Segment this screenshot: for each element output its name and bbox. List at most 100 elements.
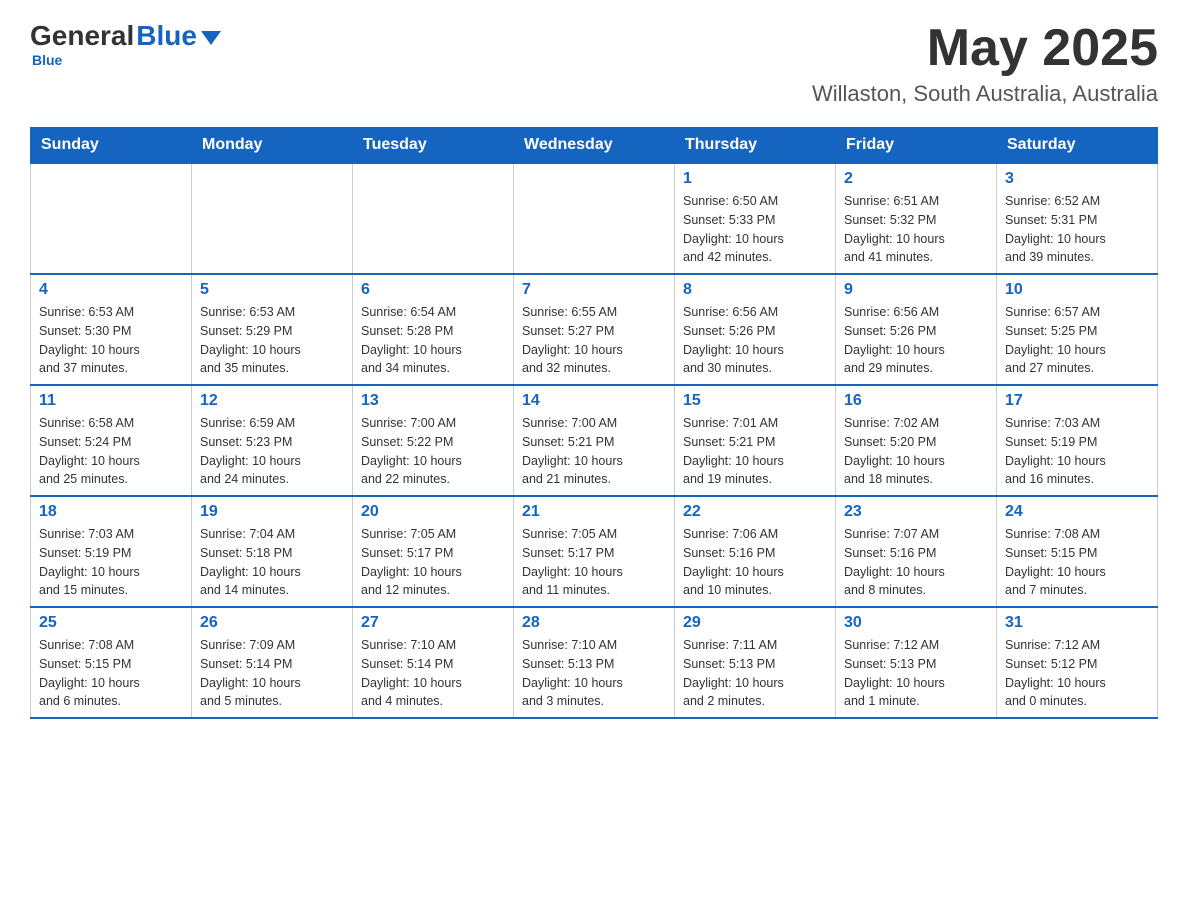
day-info: Sunrise: 6:53 AMSunset: 5:29 PMDaylight:… bbox=[200, 303, 344, 378]
day-number: 25 bbox=[39, 614, 183, 632]
calendar-cell bbox=[514, 163, 675, 274]
calendar-cell: 27 Sunrise: 7:10 AMSunset: 5:14 PMDayligh… bbox=[353, 607, 514, 718]
day-number: 23 bbox=[844, 503, 988, 521]
day-info: Sunrise: 7:02 AMSunset: 5:20 PMDaylight:… bbox=[844, 414, 988, 489]
calendar-cell: 31 Sunrise: 7:12 AMSunset: 5:12 PMDayligh… bbox=[997, 607, 1158, 718]
day-info: Sunrise: 7:05 AMSunset: 5:17 PMDaylight:… bbox=[361, 525, 505, 600]
calendar-week-5: 25 Sunrise: 7:08 AMSunset: 5:15 PMDayligh… bbox=[31, 607, 1158, 718]
day-info: Sunrise: 7:10 AMSunset: 5:13 PMDaylight:… bbox=[522, 636, 666, 711]
calendar-cell: 20 Sunrise: 7:05 AMSunset: 5:17 PMDayligh… bbox=[353, 496, 514, 607]
day-info: Sunrise: 7:03 AMSunset: 5:19 PMDaylight:… bbox=[39, 525, 183, 600]
day-number: 20 bbox=[361, 503, 505, 521]
calendar-weekday-thursday: Thursday bbox=[675, 128, 836, 164]
calendar-cell: 25 Sunrise: 7:08 AMSunset: 5:15 PMDayligh… bbox=[31, 607, 192, 718]
day-info: Sunrise: 7:10 AMSunset: 5:14 PMDaylight:… bbox=[361, 636, 505, 711]
day-number: 19 bbox=[200, 503, 344, 521]
day-info: Sunrise: 6:56 AMSunset: 5:26 PMDaylight:… bbox=[683, 303, 827, 378]
logo-subtitle: Blue bbox=[32, 52, 62, 68]
day-info: Sunrise: 6:54 AMSunset: 5:28 PMDaylight:… bbox=[361, 303, 505, 378]
calendar-weekday-monday: Monday bbox=[192, 128, 353, 164]
calendar-cell: 11Sunrise: 6:58 AMSunset: 5:24 PMDayligh… bbox=[31, 385, 192, 496]
calendar-cell: 13 Sunrise: 7:00 AMSunset: 5:22 PMDayligh… bbox=[353, 385, 514, 496]
calendar-cell: 15 Sunrise: 7:01 AMSunset: 5:21 PMDayligh… bbox=[675, 385, 836, 496]
day-number: 22 bbox=[683, 503, 827, 521]
calendar-cell bbox=[353, 163, 514, 274]
calendar-cell: 2Sunrise: 6:51 AMSunset: 5:32 PMDaylight… bbox=[836, 163, 997, 274]
calendar-cell: 17Sunrise: 7:03 AMSunset: 5:19 PMDayligh… bbox=[997, 385, 1158, 496]
day-info: Sunrise: 7:12 AMSunset: 5:12 PMDaylight:… bbox=[1005, 636, 1149, 711]
calendar-cell: 19 Sunrise: 7:04 AMSunset: 5:18 PMDayligh… bbox=[192, 496, 353, 607]
day-info: Sunrise: 7:00 AMSunset: 5:21 PMDaylight:… bbox=[522, 414, 666, 489]
day-info: Sunrise: 7:08 AMSunset: 5:15 PMDaylight:… bbox=[39, 636, 183, 711]
day-number: 2 bbox=[844, 170, 988, 188]
day-number: 8 bbox=[683, 281, 827, 299]
day-info: Sunrise: 7:04 AMSunset: 5:18 PMDaylight:… bbox=[200, 525, 344, 600]
day-info: Sunrise: 7:01 AMSunset: 5:21 PMDaylight:… bbox=[683, 414, 827, 489]
calendar-cell: 28 Sunrise: 7:10 AMSunset: 5:13 PMDayligh… bbox=[514, 607, 675, 718]
calendar-weekday-saturday: Saturday bbox=[997, 128, 1158, 164]
day-number: 29 bbox=[683, 614, 827, 632]
calendar-cell: 16 Sunrise: 7:02 AMSunset: 5:20 PMDayligh… bbox=[836, 385, 997, 496]
calendar-cell: 23 Sunrise: 7:07 AMSunset: 5:16 PMDayligh… bbox=[836, 496, 997, 607]
day-info: Sunrise: 6:57 AMSunset: 5:25 PMDaylight:… bbox=[1005, 303, 1149, 378]
calendar-cell: 9Sunrise: 6:56 AMSunset: 5:26 PMDaylight… bbox=[836, 274, 997, 385]
day-number: 4 bbox=[39, 281, 183, 299]
logo-triangle-icon bbox=[201, 31, 221, 45]
calendar-cell: 24Sunrise: 7:08 AMSunset: 5:15 PMDayligh… bbox=[997, 496, 1158, 607]
calendar-cell: 29 Sunrise: 7:11 AMSunset: 5:13 PMDayligh… bbox=[675, 607, 836, 718]
calendar-cell bbox=[31, 163, 192, 274]
day-number: 24 bbox=[1005, 503, 1149, 521]
calendar-week-3: 11Sunrise: 6:58 AMSunset: 5:24 PMDayligh… bbox=[31, 385, 1158, 496]
day-number: 16 bbox=[844, 392, 988, 410]
calendar-cell: 5 Sunrise: 6:53 AMSunset: 5:29 PMDaylight… bbox=[192, 274, 353, 385]
day-info: Sunrise: 6:58 AMSunset: 5:24 PMDaylight:… bbox=[39, 414, 183, 489]
day-info: Sunrise: 7:06 AMSunset: 5:16 PMDaylight:… bbox=[683, 525, 827, 600]
day-info: Sunrise: 6:52 AMSunset: 5:31 PMDaylight:… bbox=[1005, 192, 1149, 267]
day-number: 5 bbox=[200, 281, 344, 299]
day-number: 27 bbox=[361, 614, 505, 632]
calendar-cell: 22 Sunrise: 7:06 AMSunset: 5:16 PMDayligh… bbox=[675, 496, 836, 607]
calendar-cell bbox=[192, 163, 353, 274]
calendar-table: SundayMondayTuesdayWednesdayThursdayFrid… bbox=[30, 127, 1158, 719]
calendar-weekday-sunday: Sunday bbox=[31, 128, 192, 164]
location-title: Willaston, South Australia, Australia bbox=[812, 81, 1158, 107]
day-number: 6 bbox=[361, 281, 505, 299]
day-number: 18 bbox=[39, 503, 183, 521]
calendar-cell: 12Sunrise: 6:59 AMSunset: 5:23 PMDayligh… bbox=[192, 385, 353, 496]
day-info: Sunrise: 7:05 AMSunset: 5:17 PMDaylight:… bbox=[522, 525, 666, 600]
day-info: Sunrise: 6:59 AMSunset: 5:23 PMDaylight:… bbox=[200, 414, 344, 489]
title-block: May 2025 Willaston, South Australia, Aus… bbox=[812, 20, 1158, 107]
calendar-weekday-friday: Friday bbox=[836, 128, 997, 164]
calendar-cell: 30Sunrise: 7:12 AMSunset: 5:13 PMDayligh… bbox=[836, 607, 997, 718]
day-number: 31 bbox=[1005, 614, 1149, 632]
calendar-cell: 7Sunrise: 6:55 AMSunset: 5:27 PMDaylight… bbox=[514, 274, 675, 385]
day-info: Sunrise: 7:07 AMSunset: 5:16 PMDaylight:… bbox=[844, 525, 988, 600]
calendar-week-1: 1Sunrise: 6:50 AMSunset: 5:33 PMDaylight… bbox=[31, 163, 1158, 274]
day-info: Sunrise: 7:09 AMSunset: 5:14 PMDaylight:… bbox=[200, 636, 344, 711]
calendar-cell: 6 Sunrise: 6:54 AMSunset: 5:28 PMDaylight… bbox=[353, 274, 514, 385]
day-number: 21 bbox=[522, 503, 666, 521]
calendar-header-row: SundayMondayTuesdayWednesdayThursdayFrid… bbox=[31, 128, 1158, 164]
calendar-cell: 8 Sunrise: 6:56 AMSunset: 5:26 PMDaylight… bbox=[675, 274, 836, 385]
day-number: 7 bbox=[522, 281, 666, 299]
calendar-week-2: 4 Sunrise: 6:53 AMSunset: 5:30 PMDaylight… bbox=[31, 274, 1158, 385]
calendar-cell: 26Sunrise: 7:09 AMSunset: 5:14 PMDayligh… bbox=[192, 607, 353, 718]
logo: GeneralBlue Blue bbox=[30, 20, 221, 68]
day-number: 15 bbox=[683, 392, 827, 410]
day-number: 28 bbox=[522, 614, 666, 632]
day-number: 30 bbox=[844, 614, 988, 632]
day-number: 10 bbox=[1005, 281, 1149, 299]
day-number: 3 bbox=[1005, 170, 1149, 188]
day-info: Sunrise: 6:53 AMSunset: 5:30 PMDaylight:… bbox=[39, 303, 183, 378]
calendar-cell: 4 Sunrise: 6:53 AMSunset: 5:30 PMDaylight… bbox=[31, 274, 192, 385]
day-info: Sunrise: 6:56 AMSunset: 5:26 PMDaylight:… bbox=[844, 303, 988, 378]
calendar-week-4: 18 Sunrise: 7:03 AMSunset: 5:19 PMDayligh… bbox=[31, 496, 1158, 607]
day-number: 13 bbox=[361, 392, 505, 410]
day-info: Sunrise: 7:11 AMSunset: 5:13 PMDaylight:… bbox=[683, 636, 827, 711]
day-number: 1 bbox=[683, 170, 827, 188]
month-title: May 2025 bbox=[812, 20, 1158, 77]
calendar-weekday-tuesday: Tuesday bbox=[353, 128, 514, 164]
day-info: Sunrise: 7:00 AMSunset: 5:22 PMDaylight:… bbox=[361, 414, 505, 489]
calendar-cell: 3 Sunrise: 6:52 AMSunset: 5:31 PMDaylight… bbox=[997, 163, 1158, 274]
day-info: Sunrise: 7:03 AMSunset: 5:19 PMDaylight:… bbox=[1005, 414, 1149, 489]
